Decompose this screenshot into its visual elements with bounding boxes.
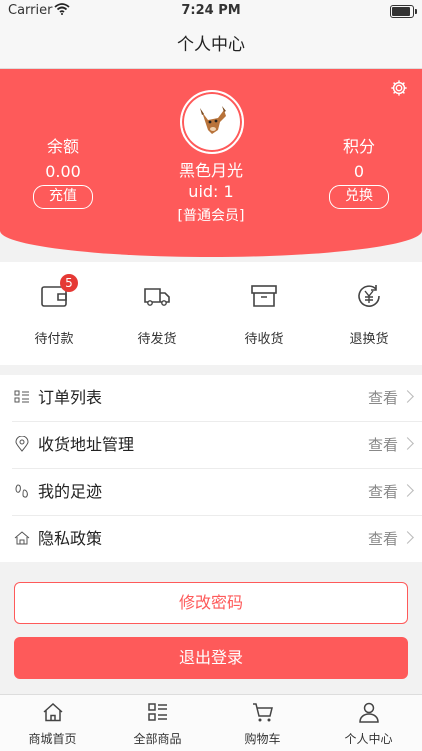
menu-item-address[interactable]: 收货地址管理 查看 [12, 422, 422, 469]
category-icon [147, 703, 167, 721]
view-link[interactable]: 查看 [368, 469, 398, 515]
list-icon [14, 390, 29, 403]
member-level: [普通会员] [177, 208, 245, 224]
menu-label: 我的足迹 [38, 482, 103, 501]
points-block: 积分 0 兑换 [304, 133, 414, 209]
order-label: 退换货 [349, 332, 389, 347]
order-pending-receipt[interactable]: 待收货 [224, 282, 304, 347]
view-link[interactable]: 查看 [368, 375, 398, 421]
order-label: 待发货 [137, 332, 177, 347]
exchange-button[interactable]: 兑换 [329, 185, 389, 209]
logout-button[interactable]: 退出登录 [14, 637, 408, 679]
status-bar: Carrier 7:24 PM [0, 0, 422, 22]
order-label: 待付款 [34, 332, 74, 347]
chevron-right-icon [401, 531, 414, 544]
order-returns[interactable]: 退换货 [329, 282, 409, 347]
view-link[interactable]: 查看 [368, 516, 398, 562]
footprint-icon [15, 484, 28, 498]
menu-item-order-list[interactable]: 订单列表 查看 [12, 375, 422, 422]
yuan-refund-icon [358, 285, 380, 307]
tab-label: 购物车 [244, 732, 281, 746]
tab-profile[interactable]: 个人中心 [316, 701, 421, 747]
chevron-right-icon [401, 390, 414, 403]
tab-home[interactable]: 商城首页 [0, 701, 105, 747]
truck-icon [144, 288, 170, 306]
user-icon [358, 702, 379, 723]
box-icon [251, 285, 277, 307]
tab-label: 全部商品 [133, 732, 182, 746]
profile-header: 余额 0.00 充值 黑色月光 uid: 1 [普通会员] 积分 0 兑换 [0, 69, 422, 257]
tab-all-products[interactable]: 全部商品 [105, 701, 210, 747]
menu-label: 收货地址管理 [38, 435, 135, 454]
menu-label: 订单列表 [38, 388, 103, 407]
points-label: 积分 [342, 137, 375, 156]
order-pending-payment[interactable]: 5 待付款 [14, 274, 94, 347]
tab-cart[interactable]: 购物车 [210, 701, 315, 747]
balance-value: 0.00 [45, 162, 81, 181]
gear-icon[interactable] [390, 79, 408, 97]
page-title: 个人中心 [0, 22, 422, 69]
chevron-right-icon [401, 484, 414, 497]
cart-icon [252, 703, 273, 722]
user-uid: uid: 1 [188, 182, 234, 201]
menu-list: 订单列表 查看 收货地址管理 查看 我的足迹 查看 隐私政策 查看 [0, 375, 422, 562]
menu-label: 隐私政策 [38, 529, 103, 548]
pending-payment-badge: 5 [60, 274, 78, 292]
change-password-button[interactable]: 修改密码 [14, 582, 408, 624]
points-value: 0 [353, 162, 365, 181]
tab-bar: 商城首页 全部商品 购物车 个人中心 [0, 694, 422, 751]
order-status-bar: 5 待付款 待发货 待收货 退换货 [0, 262, 422, 365]
location-icon [15, 436, 29, 452]
tab-label: 个人中心 [344, 732, 393, 746]
home-icon [14, 531, 30, 545]
balance-label: 余额 [46, 137, 79, 156]
balance-block: 余额 0.00 充值 [8, 133, 118, 209]
menu-item-privacy[interactable]: 隐私政策 查看 [12, 516, 422, 562]
chevron-right-icon [401, 437, 414, 450]
tab-label: 商城首页 [28, 732, 77, 746]
user-nickname: 黑色月光 [178, 161, 243, 180]
menu-item-footprint[interactable]: 我的足迹 查看 [12, 469, 422, 516]
home-icon [43, 702, 62, 722]
avatar[interactable] [180, 90, 244, 154]
order-pending-shipment[interactable]: 待发货 [117, 282, 197, 347]
view-link[interactable]: 查看 [368, 422, 398, 468]
status-time: 7:24 PM [181, 3, 241, 18]
battery-icon [390, 5, 417, 18]
avatar-image [188, 98, 236, 146]
recharge-button[interactable]: 充值 [33, 185, 93, 209]
order-label: 待收货 [244, 332, 284, 347]
